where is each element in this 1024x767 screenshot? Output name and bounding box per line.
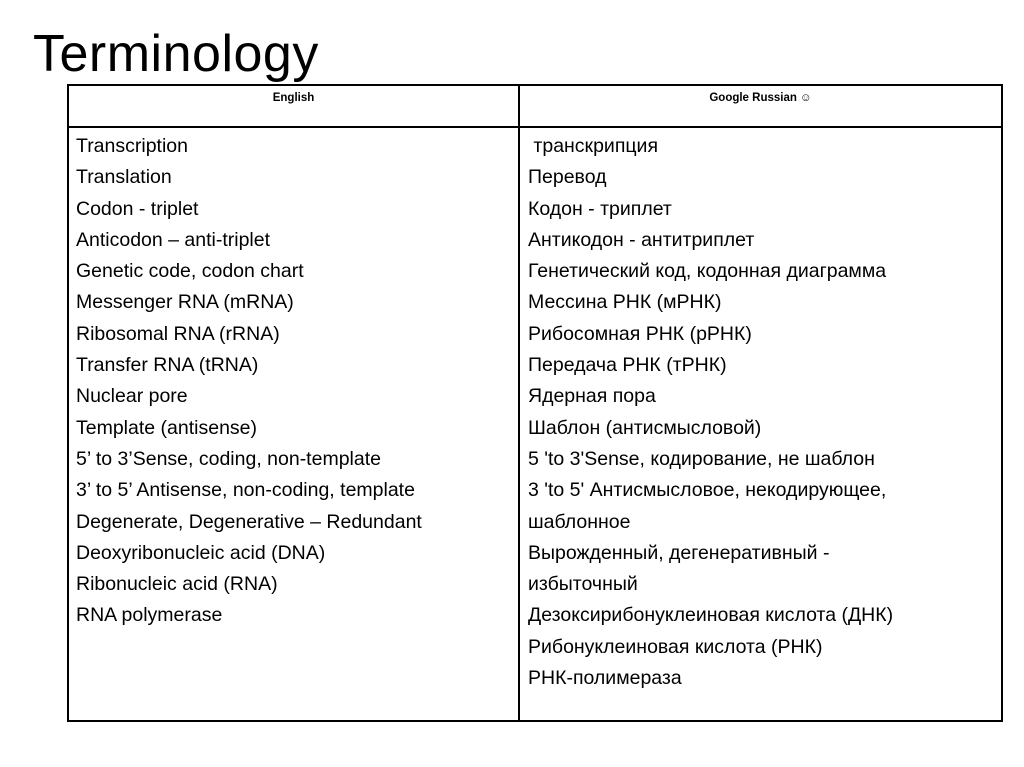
russian-term: транскрипция <box>528 135 659 157</box>
russian-term: Антикодон - антитриплет <box>528 228 755 251</box>
russian-term-continuation: шаблонное <box>528 510 631 533</box>
russian-term: 3 'to 5' Антисмысловое, некодирующее, <box>528 479 887 502</box>
english-term: Degenerate, Degenerative – Redundant <box>76 510 422 533</box>
english-term: Transcription <box>76 135 188 157</box>
english-term: Ribosomal RNA (rRNA) <box>76 322 280 345</box>
header-russian-label: Google Russian <box>709 92 797 104</box>
header-english-label: English <box>272 92 315 104</box>
english-term: Anticodon – anti-triplet <box>76 228 271 251</box>
smiley-face-icon: ☺ <box>799 92 812 104</box>
english-term: 3’ to 5’ Antisense, non-coding, template <box>76 479 415 502</box>
russian-term: Перевод <box>528 166 607 189</box>
english-term: Template (antisense) <box>76 416 258 439</box>
slide-title: Terminology <box>33 25 319 83</box>
english-term: Nuclear pore <box>76 385 188 408</box>
english-column: Transcription Translation Codon - triple… <box>69 128 520 720</box>
russian-term: Дезоксирибонуклеиновая кислота (ДНК) <box>528 604 894 627</box>
header-english: English <box>69 86 520 128</box>
english-term: Deoxyribonucleic acid (DNA) <box>76 541 326 564</box>
russian-term: Ядерная пора <box>528 385 656 408</box>
russian-term-continuation: избыточный <box>528 573 638 596</box>
russian-term: РНК-полимераза <box>528 667 682 690</box>
russian-term: Рибонуклеиновая кислота (РНК) <box>528 635 823 658</box>
russian-term: Кодон - триплет <box>528 197 672 220</box>
russian-term: Генетический код, кодонная диаграмма <box>528 260 887 283</box>
russian-term: Рибосомная РНК (рРНК) <box>528 322 752 345</box>
english-term: Translation <box>76 166 172 189</box>
english-term: Ribonucleic acid (RNA) <box>76 573 278 596</box>
english-term: Codon - triplet <box>76 197 199 220</box>
russian-term: Шаблон (антисмысловой) <box>528 416 762 439</box>
russian-term: 5 'to 3'Sense, кодирование, не шаблон <box>528 447 875 470</box>
russian-term: Передача РНК (тРНК) <box>528 354 727 377</box>
header-russian: Google Russian ☺ <box>520 86 1001 128</box>
russian-term: Вырожденный, дегенеративный - <box>528 541 830 564</box>
english-term: Messenger RNA (mRNA) <box>76 291 294 314</box>
terminology-table: English Google Russian ☺ Transcription Tr… <box>67 84 1003 722</box>
english-term: RNA polymerase <box>76 604 223 627</box>
english-term: 5’ to 3’Sense, coding, non-template <box>76 447 381 470</box>
russian-term: Мессина РНК (мРНК) <box>528 291 722 314</box>
english-term: Transfer RNA (tRNA) <box>76 354 259 377</box>
russian-column: транскрипция Перевод Кодон - триплет Ант… <box>520 128 1001 720</box>
english-term: Genetic code, codon chart <box>76 260 304 283</box>
